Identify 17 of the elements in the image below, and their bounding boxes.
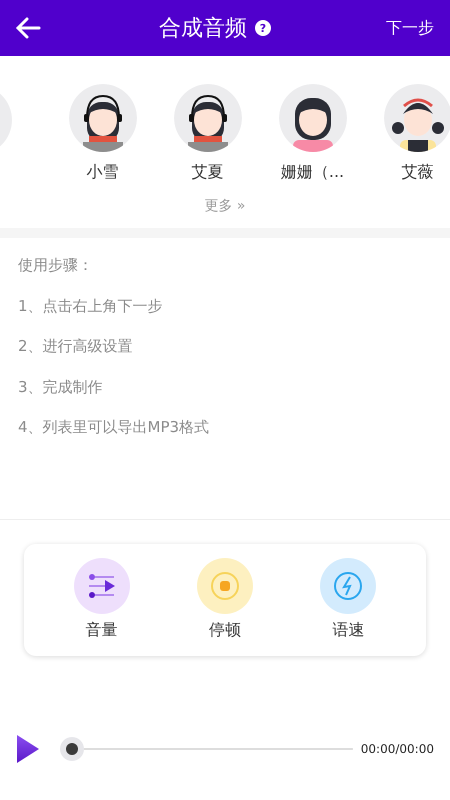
help-button[interactable]: ? [255, 20, 271, 36]
step-text: 2、进行高级设置 [18, 336, 134, 357]
voice-item[interactable]: 小雪 [50, 84, 155, 184]
step-text: 1、点击右上角下一步 [18, 296, 164, 316]
tool-button[interactable]: 停顿 [184, 558, 265, 642]
voice-item[interactable]: 艾薇 [365, 84, 450, 184]
tool-button[interactable]: 语速 [308, 558, 388, 642]
steps-title: 使用步骤： [18, 255, 94, 276]
step-text: 4、列表里可以导出MP3格式 [18, 417, 210, 438]
progress-thumb[interactable] [60, 737, 84, 761]
voice-item[interactable]: 姗姗（... [260, 84, 365, 184]
time-text: 00:00/00:00 [360, 741, 434, 758]
step-text: 3、完成制作 [18, 376, 104, 398]
tool-button[interactable]: 音量 [62, 558, 142, 642]
voice-item[interactable]: 艾夏 [155, 84, 260, 184]
next-step-button[interactable]: 下一步 [386, 16, 434, 40]
page-title: 合成音频 [159, 14, 247, 42]
